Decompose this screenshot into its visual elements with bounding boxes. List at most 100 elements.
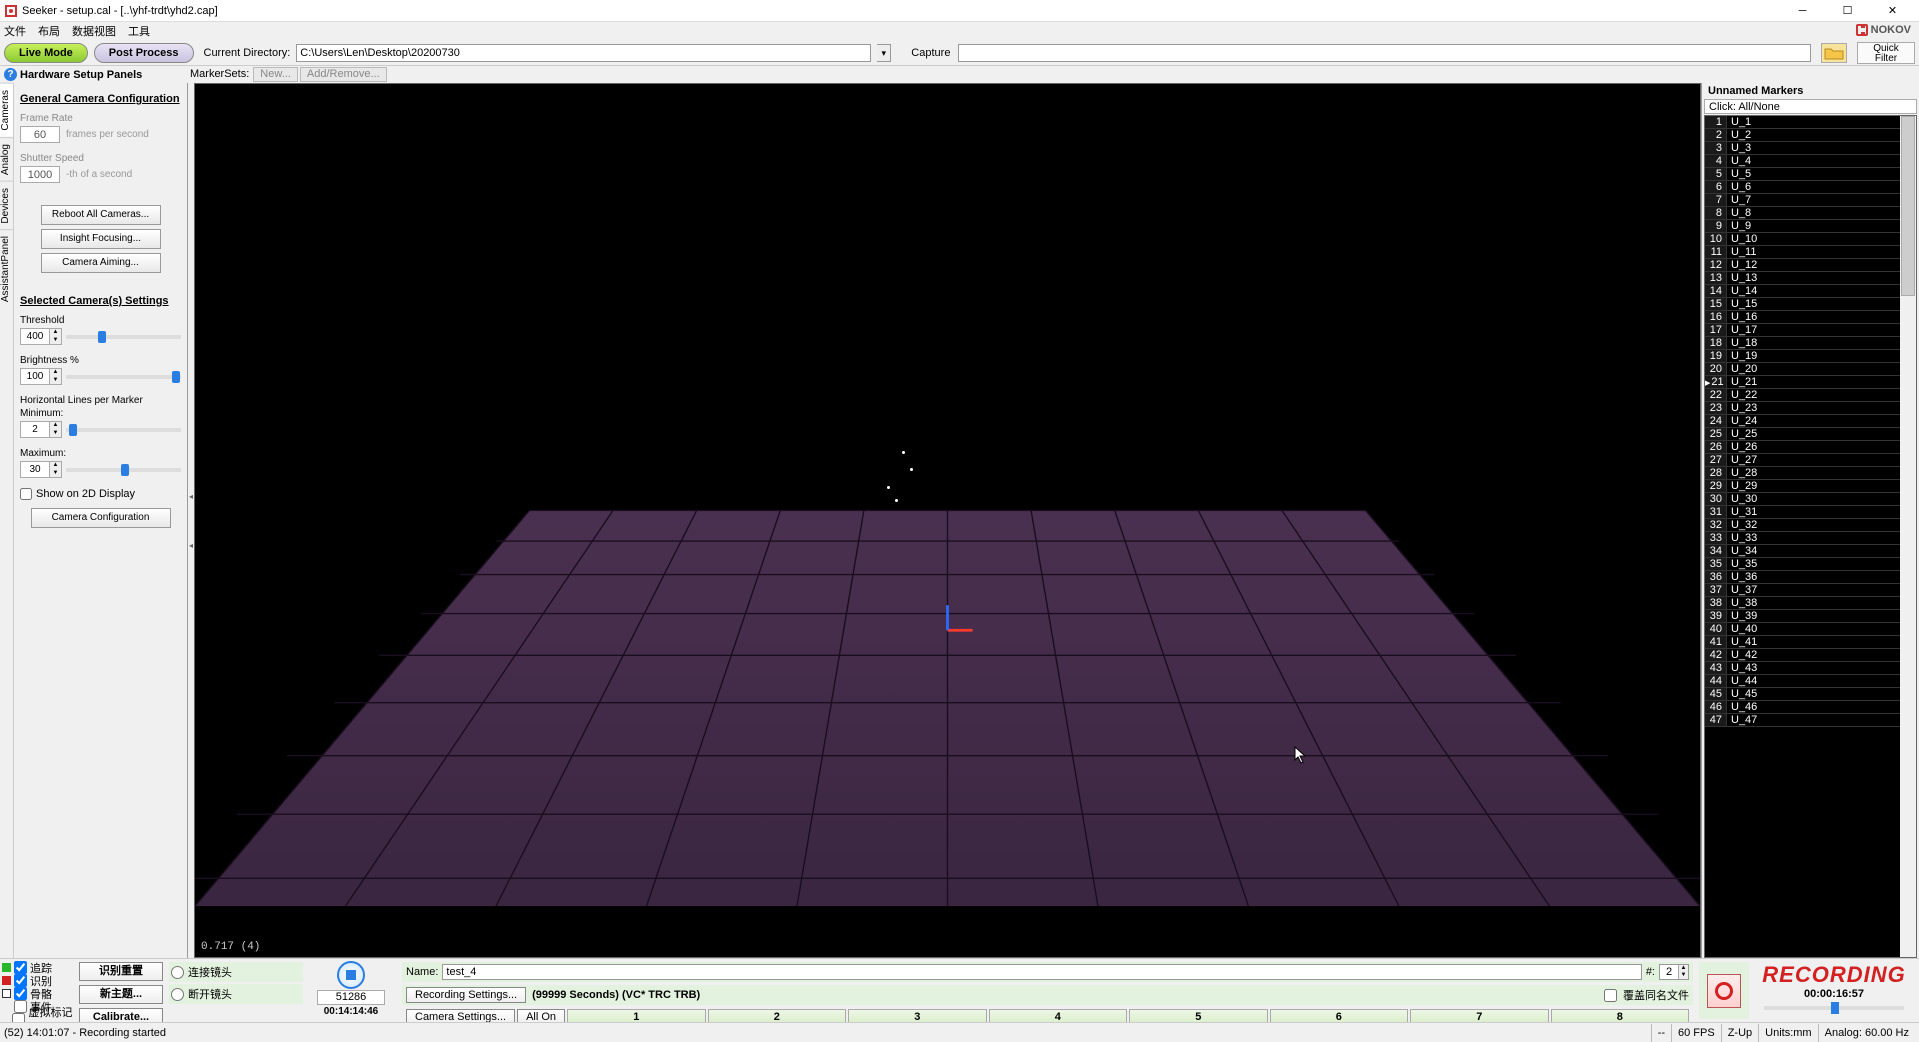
minimum-spinbox[interactable]: ▲▼ (20, 421, 62, 438)
take-number-spinbox[interactable]: ▲▼ (1659, 964, 1689, 980)
marker-row[interactable]: 16U_16 (1705, 311, 1916, 324)
menu-file[interactable]: 文件 (4, 23, 26, 39)
marker-row[interactable]: 42U_42 (1705, 649, 1916, 662)
close-button[interactable]: ✕ (1870, 0, 1915, 22)
menu-layout[interactable]: 布局 (38, 23, 60, 39)
check-skeleton[interactable] (14, 987, 27, 1000)
check-events[interactable] (14, 1000, 27, 1013)
minimum-slider[interactable] (66, 428, 181, 432)
capture-input[interactable] (958, 44, 1811, 62)
marker-row[interactable]: 35U_35 (1705, 558, 1916, 571)
markers-list[interactable]: 1U_12U_23U_34U_45U_56U_67U_78U_89U_910U_… (1704, 115, 1917, 958)
minimize-button[interactable]: ─ (1780, 0, 1825, 22)
recording-settings-button[interactable]: Recording Settings... (406, 987, 526, 1003)
connect-lens-radio[interactable] (171, 966, 184, 979)
marker-row[interactable]: 19U_19 (1705, 350, 1916, 363)
brightness-slider[interactable] (66, 375, 181, 379)
overwrite-checkbox[interactable] (1604, 989, 1617, 1002)
marker-row[interactable]: 6U_6 (1705, 181, 1916, 194)
3d-viewport[interactable]: 0.717 (4) (194, 83, 1701, 958)
marker-row[interactable]: 46U_46 (1705, 701, 1916, 714)
maximize-button[interactable]: ☐ (1825, 0, 1870, 22)
marker-row[interactable]: 37U_37 (1705, 584, 1916, 597)
frame-rate-input[interactable] (20, 126, 60, 143)
post-process-button[interactable]: Post Process (94, 43, 194, 63)
marker-row[interactable]: 28U_28 (1705, 467, 1916, 480)
marker-row[interactable]: 9U_9 (1705, 220, 1916, 233)
marker-row[interactable]: 30U_30 (1705, 493, 1916, 506)
recording-name-input[interactable] (442, 964, 1641, 980)
reboot-cameras-button[interactable]: Reboot All Cameras... (41, 205, 161, 225)
click-all-none[interactable]: Click: All/None (1704, 99, 1917, 114)
stop-button[interactable] (337, 961, 365, 989)
directory-dropdown-arrow[interactable]: ▾ (877, 44, 891, 62)
marker-row[interactable]: 34U_34 (1705, 545, 1916, 558)
marker-row[interactable]: 17U_17 (1705, 324, 1916, 337)
menu-dataview[interactable]: 数据视图 (72, 23, 116, 39)
marker-row[interactable]: 3U_3 (1705, 142, 1916, 155)
markersets-new-button[interactable]: New... (253, 67, 298, 82)
marker-row[interactable]: 18U_18 (1705, 337, 1916, 350)
marker-row[interactable]: 25U_25 (1705, 428, 1916, 441)
current-directory-input[interactable] (296, 44, 871, 62)
menu-tools[interactable]: 工具 (128, 23, 150, 39)
marker-row[interactable]: 41U_41 (1705, 636, 1916, 649)
marker-row[interactable]: 1U_1 (1705, 116, 1916, 129)
browse-folder-button[interactable] (1821, 43, 1847, 63)
marker-row[interactable]: 32U_32 (1705, 519, 1916, 532)
marker-row[interactable]: 40U_40 (1705, 623, 1916, 636)
shutter-input[interactable] (20, 166, 60, 183)
marker-row[interactable]: 10U_10 (1705, 233, 1916, 246)
tab-devices[interactable]: Devices (0, 181, 13, 230)
marker-row[interactable]: 5U_5 (1705, 168, 1916, 181)
marker-row[interactable]: 21U_21 (1705, 376, 1916, 389)
marker-row[interactable]: 36U_36 (1705, 571, 1916, 584)
markersets-addremove-button[interactable]: Add/Remove... (300, 67, 387, 82)
marker-row[interactable]: 22U_22 (1705, 389, 1916, 402)
marker-row[interactable]: 26U_26 (1705, 441, 1916, 454)
check-track[interactable] (14, 961, 27, 974)
marker-row[interactable]: 4U_4 (1705, 155, 1916, 168)
markers-scrollbar[interactable] (1900, 116, 1916, 957)
show-2d-checkbox[interactable] (20, 488, 32, 500)
disconnect-lens-radio[interactable] (171, 988, 184, 1001)
marker-row[interactable]: 20U_20 (1705, 363, 1916, 376)
marker-row[interactable]: 45U_45 (1705, 688, 1916, 701)
help-icon[interactable]: ? (4, 68, 17, 81)
check-identify[interactable] (14, 974, 27, 987)
marker-row[interactable]: 33U_33 (1705, 532, 1916, 545)
camera-configuration-button[interactable]: Camera Configuration (31, 508, 171, 528)
quick-filter-button[interactable]: QuickFilter (1857, 42, 1915, 64)
threshold-spinbox[interactable]: ▲▼ (20, 328, 62, 345)
live-mode-button[interactable]: Live Mode (4, 43, 88, 63)
marker-row[interactable]: 43U_43 (1705, 662, 1916, 675)
recording-slider[interactable] (1764, 1006, 1904, 1010)
marker-row[interactable]: 7U_7 (1705, 194, 1916, 207)
threshold-slider[interactable] (66, 335, 181, 339)
new-subject-button[interactable]: 新主题... (79, 985, 163, 1004)
identify-reset-button[interactable]: 识别重置 (79, 962, 163, 981)
camera-aiming-button[interactable]: Camera Aiming... (41, 253, 161, 273)
marker-row[interactable]: 29U_29 (1705, 480, 1916, 493)
marker-row[interactable]: 13U_13 (1705, 272, 1916, 285)
marker-row[interactable]: 15U_15 (1705, 298, 1916, 311)
tab-cameras[interactable]: Cameras (0, 83, 13, 137)
record-button[interactable] (1707, 974, 1741, 1008)
insight-focusing-button[interactable]: Insight Focusing... (41, 229, 161, 249)
marker-row[interactable]: 23U_23 (1705, 402, 1916, 415)
marker-row[interactable]: 44U_44 (1705, 675, 1916, 688)
marker-row[interactable]: 12U_12 (1705, 259, 1916, 272)
maximum-slider[interactable] (66, 468, 181, 472)
maximum-spinbox[interactable]: ▲▼ (20, 461, 62, 478)
marker-row[interactable]: 47U_47 (1705, 714, 1916, 727)
brightness-spinbox[interactable]: ▲▼ (20, 368, 62, 385)
marker-row[interactable]: 27U_27 (1705, 454, 1916, 467)
marker-row[interactable]: 8U_8 (1705, 207, 1916, 220)
tab-assistant[interactable]: AssistantPanel (0, 229, 13, 308)
marker-row[interactable]: 14U_14 (1705, 285, 1916, 298)
tab-analog[interactable]: Analog (0, 137, 13, 181)
marker-row[interactable]: 24U_24 (1705, 415, 1916, 428)
marker-row[interactable]: 38U_38 (1705, 597, 1916, 610)
marker-row[interactable]: 2U_2 (1705, 129, 1916, 142)
marker-row[interactable]: 39U_39 (1705, 610, 1916, 623)
